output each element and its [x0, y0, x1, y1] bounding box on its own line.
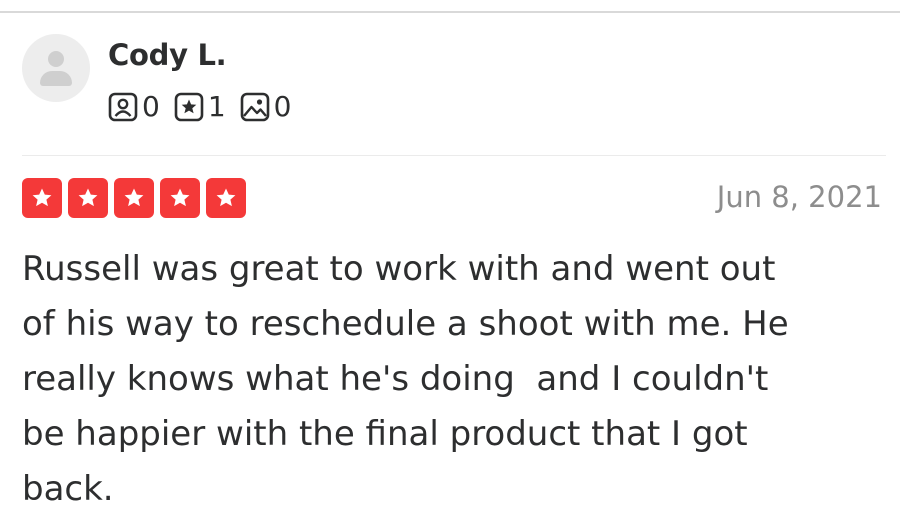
section-divider — [22, 155, 886, 156]
photo-icon — [240, 92, 270, 122]
user-name[interactable]: Cody L. — [108, 38, 227, 72]
photos-count: 0 — [273, 90, 292, 123]
user-stats: 0 1 0 — [108, 92, 305, 122]
avatar-head — [48, 51, 64, 67]
star-icon — [160, 178, 200, 218]
star-icon — [114, 178, 154, 218]
star-icon — [22, 178, 62, 218]
reviews-stat: 1 — [174, 92, 226, 122]
review-text: Russell was great to work with and went … — [22, 249, 789, 509]
user-avatar[interactable] — [22, 34, 90, 102]
friends-icon — [108, 92, 138, 122]
friends-count: 0 — [142, 90, 160, 123]
avatar-body — [40, 71, 72, 86]
top-divider — [0, 11, 900, 13]
review-star-icon — [174, 92, 204, 122]
star-icon — [68, 178, 108, 218]
review-date: Jun 8, 2021 — [716, 180, 882, 214]
star-icon — [206, 178, 246, 218]
reviews-count: 1 — [207, 90, 226, 123]
photos-stat: 0 — [240, 90, 292, 123]
friends-stat: 0 — [108, 92, 160, 122]
star-rating — [22, 178, 252, 218]
